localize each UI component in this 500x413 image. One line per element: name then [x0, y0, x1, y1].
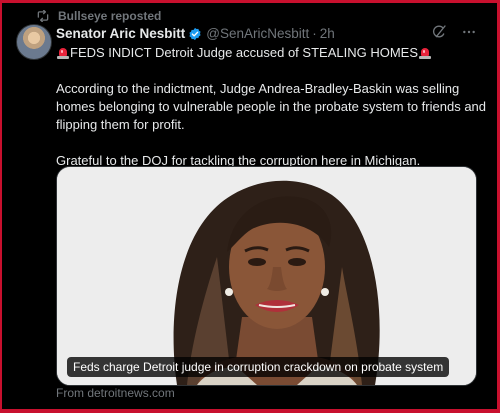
- tweet-text: FEDS INDICT Detroit Judge accused of STE…: [56, 44, 488, 170]
- header-separator: ·: [312, 26, 317, 41]
- tweet-header: Senator Aric Nesbitt @SenAricNesbitt · 2…: [56, 24, 477, 41]
- link-card-caption[interactable]: Feds charge Detroit judge in corruption …: [67, 357, 450, 377]
- screenshot-frame-bottom: [0, 409, 500, 413]
- siren-emoji-icon: [419, 47, 431, 59]
- more-dots-icon[interactable]: [461, 24, 477, 40]
- headline-text: FEDS INDICT Detroit Judge accused of STE…: [70, 45, 418, 60]
- judge-portrait-photo: [57, 167, 476, 385]
- link-card-image[interactable]: Feds charge Detroit judge in corruption …: [56, 166, 477, 386]
- header-actions: [431, 24, 477, 40]
- link-source[interactable]: From detroitnews.com: [56, 386, 175, 400]
- tweet-paragraph: According to the indictment, Judge Andre…: [56, 81, 487, 132]
- tweet-headline: FEDS INDICT Detroit Judge accused of STE…: [56, 44, 488, 62]
- siren-emoji-icon: [57, 47, 69, 59]
- tweet-card[interactable]: Bullseye reposted Senator Aric Nesbitt @…: [2, 3, 497, 409]
- repost-label: Bullseye reposted: [58, 9, 162, 23]
- post-time[interactable]: 2h: [320, 26, 335, 41]
- author-handle[interactable]: @SenAricNesbitt: [206, 26, 309, 41]
- author-name[interactable]: Senator Aric Nesbitt: [56, 26, 185, 41]
- avatar[interactable]: [16, 24, 52, 60]
- repost-indicator[interactable]: Bullseye reposted: [36, 9, 161, 23]
- grok-icon[interactable]: [431, 24, 447, 40]
- repost-icon: [36, 10, 50, 22]
- verified-badge-icon[interactable]: [188, 27, 202, 41]
